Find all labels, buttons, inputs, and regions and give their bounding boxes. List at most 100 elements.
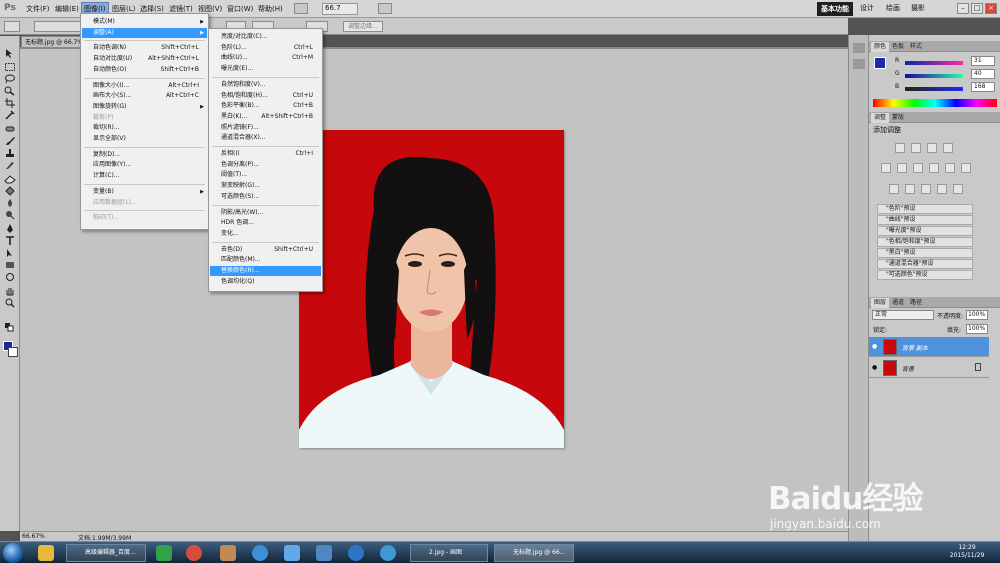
- menu-item[interactable]: 裁切(R)...: [82, 123, 207, 133]
- menu-item[interactable]: 自动色调(N) Shift+Ctrl+L: [82, 43, 207, 53]
- menu-item[interactable]: 黑白(K)... Alt+Shift+Ctrl+B: [210, 112, 321, 122]
- app-icon[interactable]: [284, 545, 300, 561]
- hue-saturation-icon[interactable]: [897, 163, 907, 173]
- shape-tool-icon[interactable]: [4, 260, 16, 270]
- type-tool-icon[interactable]: [4, 236, 16, 246]
- red-slider[interactable]: [905, 61, 963, 65]
- black-white-icon[interactable]: [929, 163, 939, 173]
- lasso-tool-icon[interactable]: [4, 74, 16, 84]
- hand-tool-icon[interactable]: [4, 286, 16, 296]
- color-ramp[interactable]: [873, 99, 997, 107]
- actions-panel-icon[interactable]: [853, 59, 865, 69]
- green-value[interactable]: 40: [971, 69, 995, 79]
- menu-item[interactable]: 画布大小(S)... Alt+Ctrl+C: [82, 91, 207, 101]
- green-slider[interactable]: [905, 74, 963, 78]
- tab-layers[interactable]: 图层: [871, 298, 890, 308]
- brush-tool-icon[interactable]: [4, 136, 16, 146]
- preset-hue-saturation[interactable]: "色相/饱和度"预设: [877, 237, 973, 247]
- menu-item[interactable]: 可选颜色(S)...: [210, 192, 321, 202]
- taskbar-task[interactable]: 2.jpg - 画图: [410, 544, 488, 562]
- minimize-icon[interactable]: –: [957, 3, 969, 14]
- brightness-icon[interactable]: [895, 143, 905, 153]
- posterize-icon[interactable]: [905, 184, 915, 194]
- vibrance-icon[interactable]: [881, 163, 891, 173]
- preset-curves[interactable]: "曲线"预设: [877, 215, 973, 225]
- invert-icon[interactable]: [889, 184, 899, 194]
- move-tool-icon[interactable]: [4, 48, 16, 58]
- zoom-status[interactable]: 66.67%: [22, 533, 45, 540]
- selection-mode-icons[interactable]: [34, 21, 82, 32]
- menu-help[interactable]: 帮助(H): [258, 4, 283, 14]
- menu-item[interactable]: 渐变映射(G)...: [210, 181, 321, 191]
- background-color-swatch[interactable]: [8, 347, 18, 357]
- clone-stamp-tool-icon[interactable]: [4, 148, 16, 158]
- app-icon[interactable]: [348, 545, 364, 561]
- app-icon[interactable]: [380, 545, 396, 561]
- layer-row[interactable]: ● 背景 副本: [869, 337, 989, 357]
- taskbar-clock[interactable]: 12:29 2015/11/29: [940, 544, 994, 560]
- selective-color-icon[interactable]: [953, 184, 963, 194]
- blur-tool-icon[interactable]: [4, 198, 16, 208]
- app-icon[interactable]: [156, 545, 172, 561]
- workspace-photography[interactable]: 摄影: [911, 3, 925, 13]
- menu-item[interactable]: 亮度/对比度(C)...: [210, 32, 321, 42]
- marquee-tool-icon[interactable]: [4, 62, 16, 72]
- menu-item[interactable]: 显示全部(V): [82, 134, 207, 144]
- photo-filter-icon[interactable]: [945, 163, 955, 173]
- app-icon[interactable]: [220, 545, 236, 561]
- menu-item[interactable]: 色阶(L)... Ctrl+L: [210, 43, 321, 53]
- menu-item[interactable]: 图像旋转(G) ▶: [82, 102, 207, 112]
- app-icon[interactable]: [316, 545, 332, 561]
- chrome-icon[interactable]: [186, 545, 202, 561]
- zoom-tool-icon[interactable]: [4, 298, 16, 308]
- menu-item[interactable]: 匹配颜色(M)...: [210, 255, 321, 265]
- menu-item[interactable]: 应用图像(Y)...: [82, 160, 207, 170]
- menu-item[interactable]: 复制(D)...: [82, 150, 207, 160]
- menu-item[interactable]: 变化...: [210, 229, 321, 239]
- blend-mode-select[interactable]: 正常: [872, 310, 934, 320]
- menu-item[interactable]: 去色(D) Shift+Ctrl+U: [210, 245, 321, 255]
- blue-slider[interactable]: [905, 87, 963, 91]
- preset-channel-mixer[interactable]: "通道混合器"预设: [877, 259, 973, 269]
- color-balance-icon[interactable]: [913, 163, 923, 173]
- menu-item[interactable]: 曲线(U)... Ctrl+M: [210, 53, 321, 63]
- menu-item[interactable]: 曝光度(E)...: [210, 64, 321, 74]
- menu-file[interactable]: 文件(F): [26, 4, 50, 14]
- menu-item[interactable]: 照片滤镜(F)...: [210, 123, 321, 133]
- tab-adjustments[interactable]: 调整: [871, 113, 890, 123]
- menu-item[interactable]: 变量(B) ▶: [82, 187, 207, 197]
- eyedropper-tool-icon[interactable]: [4, 110, 16, 120]
- tab-channels[interactable]: 通道: [889, 298, 907, 308]
- exposure-icon[interactable]: [943, 143, 953, 153]
- history-panel-icon[interactable]: [853, 43, 865, 53]
- preset-black-white[interactable]: "黑白"预设: [877, 248, 973, 258]
- tab-paths[interactable]: 路径: [907, 298, 925, 308]
- menu-item[interactable]: 自动对比度(U) Alt+Shift+Ctrl+L: [82, 54, 207, 64]
- menu-edit[interactable]: 编辑(E): [55, 4, 79, 14]
- red-value[interactable]: 31: [971, 56, 995, 66]
- menu-item[interactable]: 图像大小(I)... Alt+Ctrl+I: [82, 81, 207, 91]
- pen-tool-icon[interactable]: [4, 224, 16, 234]
- dodge-tool-icon[interactable]: [4, 210, 16, 220]
- workspace-basic[interactable]: 基本功能: [817, 2, 853, 16]
- opacity-field[interactable]: 100%: [966, 310, 988, 320]
- menu-item[interactable]: 色彩平衡(B)... Ctrl+B: [210, 101, 321, 111]
- zoom-select[interactable]: 66.7: [322, 3, 358, 15]
- fill-field[interactable]: 100%: [966, 324, 988, 334]
- explorer-icon[interactable]: [38, 545, 54, 561]
- start-button[interactable]: [3, 543, 23, 563]
- levels-icon[interactable]: [911, 143, 921, 153]
- visibility-eye-icon[interactable]: ●: [872, 343, 877, 350]
- healing-brush-tool-icon[interactable]: [4, 124, 16, 134]
- menu-item[interactable]: 色调分离(P)...: [210, 160, 321, 170]
- tab-styles[interactable]: 样式: [907, 42, 925, 52]
- maximize-icon[interactable]: □: [971, 3, 983, 14]
- taskbar-task[interactable]: 无标题.jpg @ 66...: [494, 544, 574, 562]
- menu-item[interactable]: 反相(I) Ctrl+I: [210, 149, 321, 159]
- quick-selection-tool-icon[interactable]: [4, 86, 16, 96]
- layer-row[interactable]: ● 背景: [869, 358, 989, 378]
- workspace-design[interactable]: 设计: [860, 3, 874, 13]
- tab-color[interactable]: 颜色: [871, 42, 890, 52]
- menu-item[interactable]: HDR 色调...: [210, 218, 321, 228]
- close-icon[interactable]: ×: [985, 3, 997, 14]
